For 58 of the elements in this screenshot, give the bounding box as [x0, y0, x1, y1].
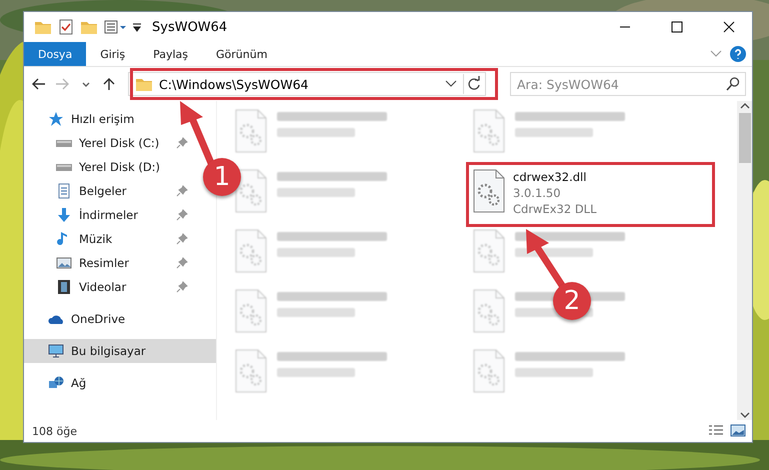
dll-file-icon — [235, 229, 267, 273]
arrow-left-icon — [30, 76, 47, 92]
arrow-right-icon — [54, 76, 70, 92]
download-arrow-icon — [56, 207, 72, 223]
properties-icon[interactable] — [104, 19, 126, 35]
dll-file-icon — [473, 289, 505, 333]
file-detail: CdrwEx32 DLL — [513, 201, 596, 217]
monitor-icon — [48, 343, 64, 359]
ribbon-tab[interactable]: Paylaş — [139, 42, 202, 66]
drive-icon — [56, 164, 72, 170]
chevron-down-icon — [740, 410, 750, 420]
tiles-view-icon[interactable] — [730, 424, 746, 438]
picture-icon — [56, 255, 72, 271]
sidebar-item[interactable]: Hızlı erişim — [24, 107, 140, 131]
scrollbar[interactable] — [737, 101, 752, 420]
chevron-up-icon — [740, 101, 750, 111]
sidebar-item[interactable]: Resimler — [24, 251, 190, 275]
sidebar-item[interactable]: Müzik — [24, 227, 190, 251]
chevron-down-icon[interactable] — [445, 80, 457, 88]
file-item[interactable]: cdrwex32.dll 3.0.1.50 CdrwEx32 DLL — [471, 167, 701, 221]
help-icon[interactable] — [730, 46, 746, 62]
document-icon — [56, 183, 72, 199]
address-bar[interactable]: C:\Windows\SysWOW64 — [128, 72, 486, 96]
sidebar-item[interactable]: Belgeler — [24, 179, 190, 203]
dll-file-icon — [473, 109, 505, 153]
search-icon[interactable] — [726, 77, 740, 91]
scrollbar-thumb[interactable] — [738, 113, 750, 163]
window-title: SysWOW64 — [152, 20, 228, 34]
search-field[interactable]: Ara: SysWOW64 — [510, 72, 746, 96]
film-icon — [56, 279, 72, 295]
dll-file-icon — [473, 349, 505, 393]
dll-file-icon — [473, 169, 505, 213]
sidebar-item[interactable]: Videolar — [24, 275, 190, 299]
dropdown-icon[interactable] — [132, 21, 142, 33]
sidebar-item[interactable]: Yerel Disk (C:) — [24, 131, 190, 155]
ribbon-tab[interactable]: Giriş — [86, 42, 140, 66]
file-name: cdrwex32.dll — [513, 169, 588, 185]
checklist-icon[interactable] — [58, 19, 74, 35]
ribbon-tab[interactable]: Görünüm — [202, 42, 282, 66]
network-icon — [48, 375, 64, 391]
close-icon — [723, 21, 735, 33]
file-detail: 3.0.1.50 — [513, 185, 562, 201]
dll-file-icon — [235, 289, 267, 333]
dll-file-icon — [235, 169, 267, 213]
chevron-down-icon — [82, 82, 90, 86]
drive-icon — [56, 140, 72, 146]
dll-file-icon — [235, 109, 267, 153]
ribbon-tab[interactable]: Dosya — [24, 42, 86, 66]
dll-file-icon — [235, 349, 267, 393]
sidebar-item[interactable]: OneDrive — [24, 307, 132, 331]
item-count: 108 öğe — [32, 424, 78, 438]
sidebar-item[interactable]: Bu bilgisayar — [24, 339, 216, 363]
maximize-icon — [671, 21, 683, 33]
star-icon — [48, 111, 64, 127]
sidebar-item[interactable]: Yerel Disk (D:) — [24, 155, 190, 179]
sidebar-item[interactable]: Ağ — [24, 371, 92, 395]
dll-file-icon — [473, 229, 505, 273]
sidebar-item[interactable]: İndirmeler — [24, 203, 190, 227]
